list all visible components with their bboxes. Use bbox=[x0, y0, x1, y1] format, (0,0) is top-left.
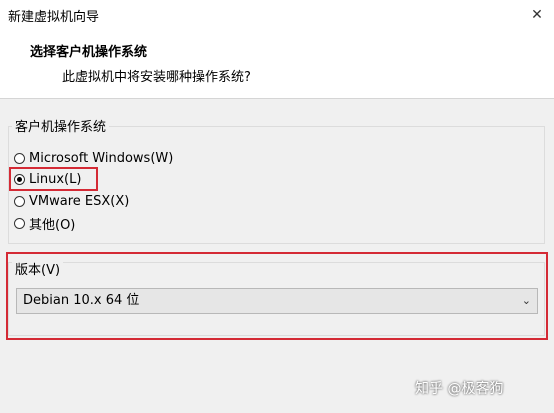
radio-other-label: 其他(O) bbox=[29, 217, 76, 233]
close-icon[interactable]: ✕ bbox=[526, 4, 548, 26]
radio-vmware-esx-label: VMware ESX(X) bbox=[29, 193, 130, 209]
version-group-label: 版本(V) bbox=[12, 259, 64, 278]
radio-vmware-esx[interactable]: VMware ESX(X) bbox=[14, 191, 129, 211]
version-select[interactable]: Debian 10.x 64 位 ⌄ bbox=[16, 288, 538, 314]
radio-windows-label: Microsoft Windows(W) bbox=[29, 150, 174, 166]
watermark: 知乎 @极客狗 bbox=[415, 381, 504, 397]
radio-other[interactable]: 其他(O) bbox=[14, 213, 75, 233]
guest-os-group-label: 客户机操作系统 bbox=[12, 116, 110, 135]
linux-highlight-box bbox=[9, 167, 98, 191]
chevron-down-icon[interactable]: ⌄ bbox=[522, 289, 531, 313]
page-title: 选择客户机操作系统 bbox=[30, 45, 148, 60]
page-subtitle: 此虚拟机中将安装哪种操作系统? bbox=[62, 70, 251, 85]
title-bar: 新建虚拟机向导 ✕ bbox=[0, 0, 554, 30]
window-title: 新建虚拟机向导 bbox=[8, 10, 100, 25]
version-select-value: Debian 10.x 64 位 bbox=[23, 293, 140, 308]
radio-other-circle[interactable] bbox=[14, 217, 25, 229]
radio-windows-circle[interactable] bbox=[14, 152, 25, 164]
radio-windows[interactable]: Microsoft Windows(W) bbox=[14, 148, 173, 168]
radio-vmware-esx-circle[interactable] bbox=[14, 195, 25, 207]
wizard-header: 选择客户机操作系统 此虚拟机中将安装哪种操作系统? bbox=[0, 30, 554, 99]
